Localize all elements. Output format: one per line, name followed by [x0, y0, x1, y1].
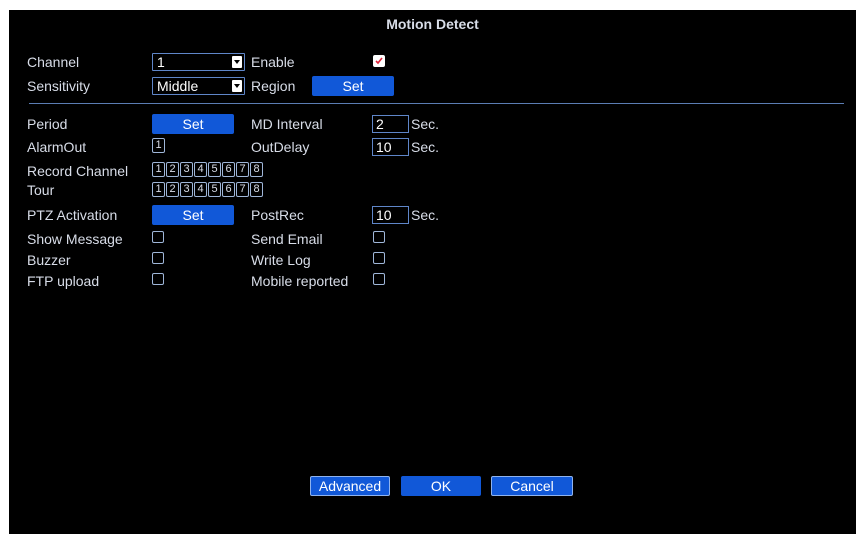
channel-select[interactable]: 1 [152, 53, 245, 71]
dialog-title: Motion Detect [386, 16, 479, 32]
record-channel-toggle[interactable]: 1 [152, 162, 165, 177]
post-rec-input[interactable]: 10 [372, 206, 409, 224]
ftp-upload-label: FTP upload [27, 273, 100, 289]
alarm-out-label: AlarmOut [27, 139, 87, 155]
section-divider [29, 103, 844, 104]
motion-detect-dialog: Motion Detect Channel 1 Enable Sensitivi… [9, 10, 856, 534]
tour-channel-toggle[interactable]: 6 [222, 182, 235, 197]
alarm-out-channel-toggle[interactable]: 1 [152, 138, 165, 153]
record-channel-toggle[interactable]: 7 [236, 162, 249, 177]
period-set-button[interactable]: Set [152, 114, 234, 134]
send-email-checkbox[interactable] [373, 231, 385, 243]
out-delay-unit: Sec. [411, 139, 440, 155]
chevron-down-icon [232, 80, 242, 92]
out-delay-input[interactable]: 10 [372, 138, 409, 156]
ptz-activation-label: PTZ Activation [27, 207, 118, 223]
chevron-down-icon [232, 56, 242, 68]
record-channel-boxes: 1 2 3 4 5 6 7 8 [152, 162, 263, 177]
record-channel-label: Record Channel [27, 163, 129, 179]
period-label: Period [27, 116, 68, 132]
tour-label: Tour [27, 182, 55, 198]
enable-checkbox[interactable] [373, 55, 385, 67]
sensitivity-select[interactable]: Middle [152, 77, 245, 95]
md-interval-unit: Sec. [411, 116, 440, 132]
tour-channel-toggle[interactable]: 8 [250, 182, 263, 197]
tour-boxes: 1 2 3 4 5 6 7 8 [152, 182, 263, 197]
tour-channel-toggle[interactable]: 5 [208, 182, 221, 197]
write-log-checkbox[interactable] [373, 252, 385, 264]
mobile-reported-label: Mobile reported [251, 273, 349, 289]
write-log-label: Write Log [251, 252, 311, 268]
tour-channel-toggle[interactable]: 4 [194, 182, 207, 197]
tour-channel-toggle[interactable]: 1 [152, 182, 165, 197]
record-channel-toggle[interactable]: 5 [208, 162, 221, 177]
post-rec-unit: Sec. [411, 207, 440, 223]
record-channel-toggle[interactable]: 2 [166, 162, 179, 177]
record-channel-toggle[interactable]: 4 [194, 162, 207, 177]
mobile-reported-checkbox[interactable] [373, 273, 385, 285]
region-label: Region [251, 78, 296, 94]
send-email-label: Send Email [251, 231, 323, 247]
advanced-button[interactable]: Advanced [310, 476, 390, 496]
channel-label: Channel [27, 54, 80, 70]
tour-channel-toggle[interactable]: 3 [180, 182, 193, 197]
checkmark-icon [375, 57, 383, 65]
tour-channel-toggle[interactable]: 2 [166, 182, 179, 197]
region-set-button[interactable]: Set [312, 76, 394, 96]
sensitivity-value: Middle [157, 78, 199, 94]
post-rec-label: PostRec [251, 207, 304, 223]
cancel-button[interactable]: Cancel [491, 476, 573, 496]
sensitivity-label: Sensitivity [27, 78, 91, 94]
buzzer-label: Buzzer [27, 252, 71, 268]
record-channel-toggle[interactable]: 6 [222, 162, 235, 177]
ok-button[interactable]: OK [401, 476, 481, 496]
out-delay-label: OutDelay [251, 139, 310, 155]
alarm-out-channels: 1 [152, 138, 165, 153]
ftp-upload-checkbox[interactable] [152, 273, 164, 285]
tour-channel-toggle[interactable]: 7 [236, 182, 249, 197]
enable-label: Enable [251, 54, 295, 70]
show-message-checkbox[interactable] [152, 231, 164, 243]
record-channel-toggle[interactable]: 3 [180, 162, 193, 177]
ptz-activation-set-button[interactable]: Set [152, 205, 234, 225]
buzzer-checkbox[interactable] [152, 252, 164, 264]
show-message-label: Show Message [27, 231, 123, 247]
record-channel-toggle[interactable]: 8 [250, 162, 263, 177]
md-interval-label: MD Interval [251, 116, 323, 132]
md-interval-input[interactable]: 2 [372, 115, 409, 133]
channel-value: 1 [157, 54, 165, 70]
